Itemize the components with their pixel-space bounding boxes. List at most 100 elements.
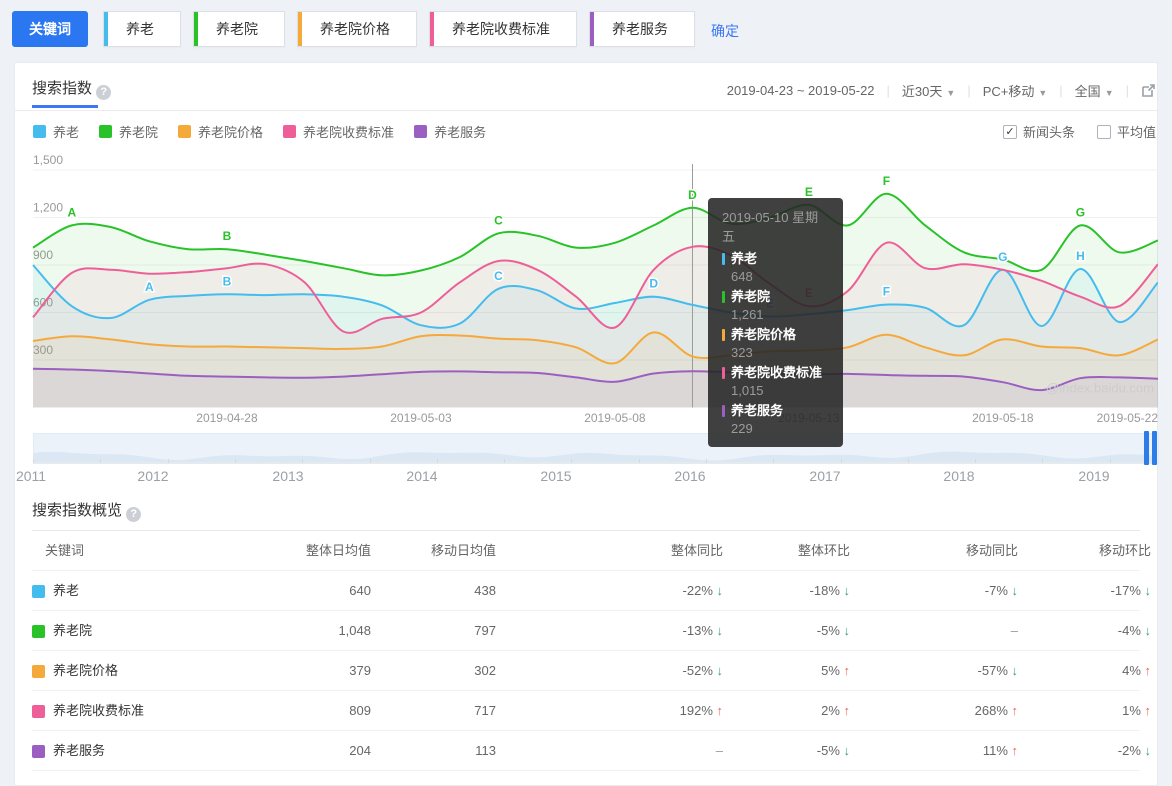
checkbox-label: 新闻头条 [1022, 125, 1075, 140]
trend-cell: -18% ↓ [809, 583, 850, 598]
chip-label: 养老院价格 [320, 21, 390, 37]
up-arrow-icon: ↑ [1011, 703, 1019, 718]
legend-label: 养老院价格 [198, 125, 264, 140]
legend-item[interactable]: 养老 [33, 122, 79, 141]
headline-marker-A[interactable]: A [144, 278, 156, 295]
headline-marker-E[interactable]: E [803, 183, 814, 200]
legend-item[interactable]: 养老服务 [414, 122, 486, 141]
tab-active-underline [32, 105, 98, 108]
headline-marker-C[interactable]: C [493, 267, 505, 284]
range-dropdown[interactable]: 近30天 ▼ [902, 81, 955, 100]
legend-swatch [178, 125, 192, 138]
timeline-year-2013[interactable]: 2013 [272, 468, 303, 484]
tab-search-index[interactable]: 搜索指数 ? [32, 77, 112, 100]
timeline-year-2015[interactable]: 2015 [540, 468, 571, 484]
keyword-chip[interactable]: 养老服务 [589, 11, 695, 47]
headline-marker-A[interactable]: A [66, 204, 78, 221]
overview-title: 搜索指数概览 ? [32, 499, 142, 522]
timeline-year-2012[interactable]: 2012 [137, 468, 168, 484]
trend-cell: 192% ↑ [679, 703, 723, 718]
external-link-icon[interactable] [1141, 83, 1156, 98]
timeline-year-2014[interactable]: 2014 [406, 468, 437, 484]
timeline-tick [504, 459, 505, 463]
chart-checkboxes: ✓ 新闻头条 平均值 [1002, 122, 1156, 141]
checkbox-box[interactable]: ✓ [1002, 124, 1017, 139]
trend-cell: -5% ↓ [816, 623, 850, 638]
trend-cell: 1% ↑ [1122, 703, 1151, 718]
legend-item[interactable]: 养老院 [99, 122, 158, 141]
keyword-chip[interactable]: 养老院价格 [297, 11, 417, 47]
legend-swatch [414, 125, 428, 138]
keyword-cell: 养老院价格 [32, 651, 118, 691]
timeline-year-2017[interactable]: 2017 [809, 468, 840, 484]
slider-handle-right[interactable] [1152, 431, 1157, 465]
trend-cell: – [1010, 623, 1018, 638]
legend-item[interactable]: 养老院收费标准 [283, 122, 394, 141]
trend-cell: 268% ↑ [974, 703, 1019, 718]
headline-marker-D[interactable]: D [648, 275, 660, 292]
headline-marker-G[interactable]: G [1074, 204, 1086, 221]
date-range: 2019-04-23 ~ 2019-05-22 [726, 83, 875, 98]
headline-marker-C[interactable]: C [493, 212, 505, 229]
headline-marker-B[interactable]: B [221, 273, 233, 290]
header-divider [15, 110, 1157, 111]
legend-swatch [33, 125, 46, 138]
trend-cell: -17% ↓ [1110, 583, 1151, 598]
headline-marker-E[interactable]: E [765, 295, 776, 312]
keyword-chip[interactable]: 养老院收费标准 [429, 11, 577, 47]
timeline-track[interactable] [33, 433, 1159, 463]
overall-avg-cell: 204 [349, 743, 371, 758]
legend-label: 养老院 [119, 125, 159, 140]
trend-line-chart[interactable]: 3006009001,2001,500A B CDEFG HABCD EFGE2019-… [14, 150, 1158, 428]
keyword-swatch [32, 664, 45, 678]
headline-marker-B[interactable]: B [221, 228, 233, 245]
chevron-down-icon: ▼ [1104, 88, 1114, 98]
legend-label: 养老服务 [434, 125, 487, 140]
timeline-year-2019[interactable]: 2019 [1078, 468, 1109, 484]
trend-cell: 5% ↑ [821, 663, 850, 678]
checkbox-checked[interactable]: ✓ 新闻头条 [1002, 122, 1075, 141]
headline-marker-G[interactable]: G [997, 248, 1009, 265]
legend-item[interactable]: 养老院价格 [178, 122, 263, 141]
timeline-tick [100, 459, 101, 463]
watermark: @index.baidu.com [1046, 381, 1154, 396]
headline-marker-E[interactable]: E [803, 285, 814, 302]
chip-label: 养老院收费标准 [452, 21, 550, 37]
timeline-tick [168, 459, 169, 463]
chip-color-bar [194, 12, 198, 46]
slider-handle-left[interactable] [1144, 431, 1149, 465]
overall-avg-cell: 640 [349, 583, 371, 598]
timeline-year-2011[interactable]: 2011 [16, 468, 46, 484]
overall-avg-cell: 1,048 [338, 623, 371, 638]
headline-marker-F[interactable]: F [881, 172, 891, 189]
mobile-avg-cell: 438 [474, 583, 496, 598]
table-row-养老服务: 养老服务 204 113 – -5% ↓ 11% ↑ -2% ↓ [32, 731, 1151, 771]
keyword-label: 养老院 [53, 623, 93, 638]
keyword-swatch [32, 744, 45, 758]
timeline-tick [841, 459, 842, 463]
checkbox-box[interactable] [1096, 124, 1111, 139]
headline-marker-H[interactable]: H [1075, 247, 1087, 264]
headline-marker-F[interactable]: F [881, 283, 891, 300]
trend-cell: -22% ↓ [682, 583, 723, 598]
checkbox-unchecked[interactable]: 平均值 [1096, 122, 1156, 141]
confirm-link[interactable]: 确定 [711, 21, 739, 41]
keyword-chip[interactable]: 养老院 [193, 11, 285, 47]
headline-marker-D[interactable]: D [687, 186, 699, 203]
col-header-keyword: 关键词 [45, 543, 85, 558]
keyword-button[interactable]: 关键词 [12, 11, 88, 47]
table-row-养老院收费标准: 养老院收费标准 809 717 192% ↑ 2% ↑ 268% ↑ 1% ↑ [32, 691, 1151, 731]
keyword-chip[interactable]: 养老 [103, 11, 181, 47]
chart-controls: 2019-04-23 ~ 2019-05-22 | 近30天 ▼ | PC+移动 ▼… [727, 81, 1156, 100]
trend-cell: -13% ↓ [682, 623, 723, 638]
down-arrow-icon: ↓ [1011, 583, 1019, 598]
help-icon[interactable]: ? [96, 85, 112, 100]
help-icon[interactable]: ? [126, 507, 142, 522]
timeline-year-2018[interactable]: 2018 [943, 468, 974, 484]
x-axis-label: 2019-05-22 [1097, 411, 1158, 425]
region-dropdown[interactable]: 全国 ▼ [1075, 81, 1114, 100]
timeline-year-2016[interactable]: 2016 [674, 468, 705, 484]
device-dropdown[interactable]: PC+移动 ▼ [983, 81, 1048, 100]
legend-label: 养老 [53, 125, 80, 140]
trend-cell: -7% ↓ [984, 583, 1019, 598]
